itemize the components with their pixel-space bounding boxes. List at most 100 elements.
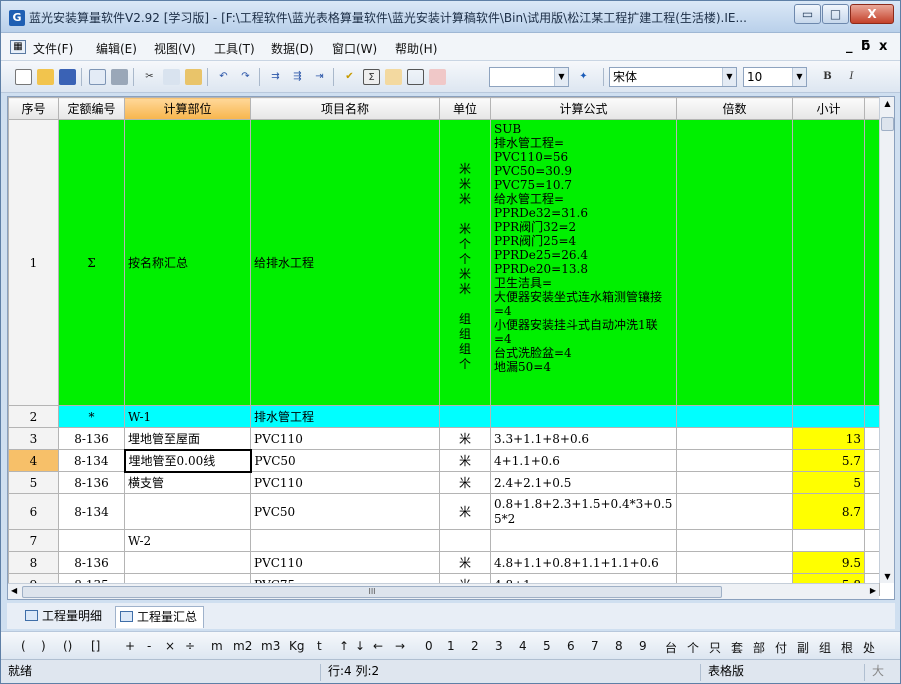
calculator-icon[interactable]: [429, 69, 446, 85]
print-icon[interactable]: [111, 69, 128, 85]
symbol-button[interactable]: m: [211, 639, 223, 653]
symbol-button[interactable]: →: [395, 639, 405, 653]
symbol-button[interactable]: 副: [797, 639, 809, 656]
col-header-name[interactable]: 项目名称: [250, 97, 440, 120]
cell-unit[interactable]: 米: [439, 493, 491, 530]
symbol-button[interactable]: 台: [665, 639, 677, 656]
row-number[interactable]: 2: [8, 405, 59, 428]
symbol-button[interactable]: 组: [819, 639, 831, 656]
cell-name[interactable]: 给排水工程: [250, 119, 440, 406]
cell-subtotal[interactable]: 5: [792, 471, 865, 494]
close-button[interactable]: X: [850, 4, 894, 24]
col-header-no[interactable]: 序号: [8, 97, 59, 120]
cell-name[interactable]: PVC110: [250, 551, 440, 574]
vertical-scroll-thumb[interactable]: [881, 117, 894, 131]
col-header-subtotal[interactable]: 小计: [792, 97, 865, 120]
new-file-icon[interactable]: [15, 69, 32, 85]
cell-part[interactable]: 埋地管至屋面: [124, 427, 251, 450]
symbol-button[interactable]: -: [147, 639, 151, 653]
spreadsheet-grid[interactable]: 序号 定额编号 计算部位 项目名称 单位 计算公式 倍数 小计 1 Σ 按名称汇…: [7, 96, 895, 600]
cell-code[interactable]: 8-134: [58, 449, 125, 472]
symbol-button[interactable]: 0: [425, 639, 433, 653]
bold-button[interactable]: B: [819, 69, 836, 85]
delete-row-icon[interactable]: ⇶: [289, 69, 306, 85]
cell-subtotal[interactable]: 13: [792, 427, 865, 450]
cell-multiple[interactable]: [676, 529, 793, 552]
symbol-button[interactable]: 6: [567, 639, 575, 653]
row-number[interactable]: 8: [8, 551, 59, 574]
cell-multiple[interactable]: [676, 471, 793, 494]
cell-name[interactable]: PVC110: [250, 427, 440, 450]
cell-subtotal[interactable]: 5.7: [792, 449, 865, 472]
cell-part[interactable]: 按名称汇总: [124, 119, 251, 406]
cell-formula[interactable]: SUB 排水管工程= PVC110=56 PVC50=30.9 PVC75=10…: [490, 119, 677, 406]
cell-multiple[interactable]: [676, 551, 793, 574]
cell-unit[interactable]: 米: [439, 551, 491, 574]
symbol-button[interactable]: 7: [591, 639, 599, 653]
cell-code[interactable]: 8-136: [58, 551, 125, 574]
menu-help[interactable]: 帮助(H): [395, 40, 437, 57]
cell-code[interactable]: Σ: [58, 119, 125, 406]
horizontal-scroll-thumb[interactable]: III: [22, 586, 722, 598]
tab-summary[interactable]: 工程量汇总: [115, 606, 205, 628]
symbol-button[interactable]: 3: [495, 639, 503, 653]
cell-formula[interactable]: 0.8+1.8+2.3+1.5+0.4*3+0.55*2: [490, 493, 677, 530]
cell-formula[interactable]: 2.4+2.1+0.5: [490, 471, 677, 494]
menu-file[interactable]: 文件(F): [33, 40, 73, 57]
italic-button[interactable]: I: [843, 69, 860, 85]
tab-detail[interactable]: 工程量明细: [21, 606, 108, 628]
cell-unit[interactable]: 米: [439, 427, 491, 450]
cell-formula[interactable]: [490, 529, 677, 552]
cell-multiple[interactable]: [676, 493, 793, 530]
table-row[interactable]: 7 W-2: [8, 529, 880, 552]
symbol-button[interactable]: ←: [373, 639, 383, 653]
cell-unit[interactable]: [439, 405, 491, 428]
row-number[interactable]: 6: [8, 493, 59, 530]
symbol-button[interactable]: 4: [519, 639, 527, 653]
cell-name[interactable]: PVC50: [250, 449, 440, 472]
row-number[interactable]: 3: [8, 427, 59, 450]
table-row[interactable]: 2 * W-1 排水管工程: [8, 405, 880, 428]
insert-row-icon[interactable]: ⇉: [267, 69, 284, 85]
maximize-button[interactable]: □: [822, 4, 849, 24]
col-header-part[interactable]: 计算部位: [124, 97, 251, 120]
table-row[interactable]: 1 Σ 按名称汇总 给排水工程 米 米 米 米 个 个 米 米 组 组 组 个 …: [8, 119, 880, 406]
undo-icon[interactable]: ↶: [215, 69, 232, 85]
scroll-right-icon[interactable]: ▶: [870, 586, 876, 595]
cell-code[interactable]: 8-134: [58, 493, 125, 530]
row-number[interactable]: 7: [8, 529, 59, 552]
symbol-button[interactable]: Kg: [289, 639, 305, 653]
table-row[interactable]: 5 8-136 横支管 PVC110 米 2.4+2.1+0.5 5: [8, 471, 880, 494]
mdi-minimize-button[interactable]: _: [846, 39, 853, 54]
symbol-button[interactable]: ×: [165, 639, 175, 653]
symbol-button[interactable]: ÷: [185, 639, 195, 653]
cell-code[interactable]: [58, 529, 125, 552]
col-header-unit[interactable]: 单位: [439, 97, 491, 120]
symbol-button[interactable]: 8: [615, 639, 623, 653]
cell-unit[interactable]: 米: [439, 471, 491, 494]
cell-formula[interactable]: [490, 405, 677, 428]
format-icon[interactable]: [385, 69, 402, 85]
menu-data[interactable]: 数据(D): [271, 40, 314, 57]
cell-part[interactable]: 横支管: [124, 471, 251, 494]
scroll-left-icon[interactable]: ◀: [11, 586, 17, 595]
symbol-button[interactable]: (: [21, 639, 26, 653]
symbol-button[interactable]: 部: [753, 639, 765, 656]
table-row[interactable]: 8 8-136 PVC110 米 4.8+1.1+0.8+1.1+1.1+0.6…: [8, 551, 880, 574]
symbol-button[interactable]: 套: [731, 639, 743, 656]
col-header-formula[interactable]: 计算公式: [490, 97, 677, 120]
sum-icon[interactable]: Σ: [363, 69, 380, 85]
menu-view[interactable]: 视图(V): [154, 40, 196, 57]
symbol-button[interactable]: ↓: [355, 639, 365, 653]
symbol-button[interactable]: 5: [543, 639, 551, 653]
mdi-restore-button[interactable]: ƃ: [861, 39, 870, 54]
symbol-button[interactable]: 9: [639, 639, 647, 653]
cell-code[interactable]: 8-136: [58, 427, 125, 450]
title-bar[interactable]: G 蓝光安装算量软件V2.92 [学习版] - [F:\工程软件\蓝光表格算量软…: [1, 1, 900, 33]
cell-formula[interactable]: 3.3+1.1+8+0.6: [490, 427, 677, 450]
row-number[interactable]: 1: [8, 119, 59, 406]
symbol-button[interactable]: +: [125, 639, 135, 653]
cell-name[interactable]: PVC110: [250, 471, 440, 494]
open-folder-icon[interactable]: [37, 69, 54, 85]
symbol-button[interactable]: 只: [709, 639, 721, 656]
